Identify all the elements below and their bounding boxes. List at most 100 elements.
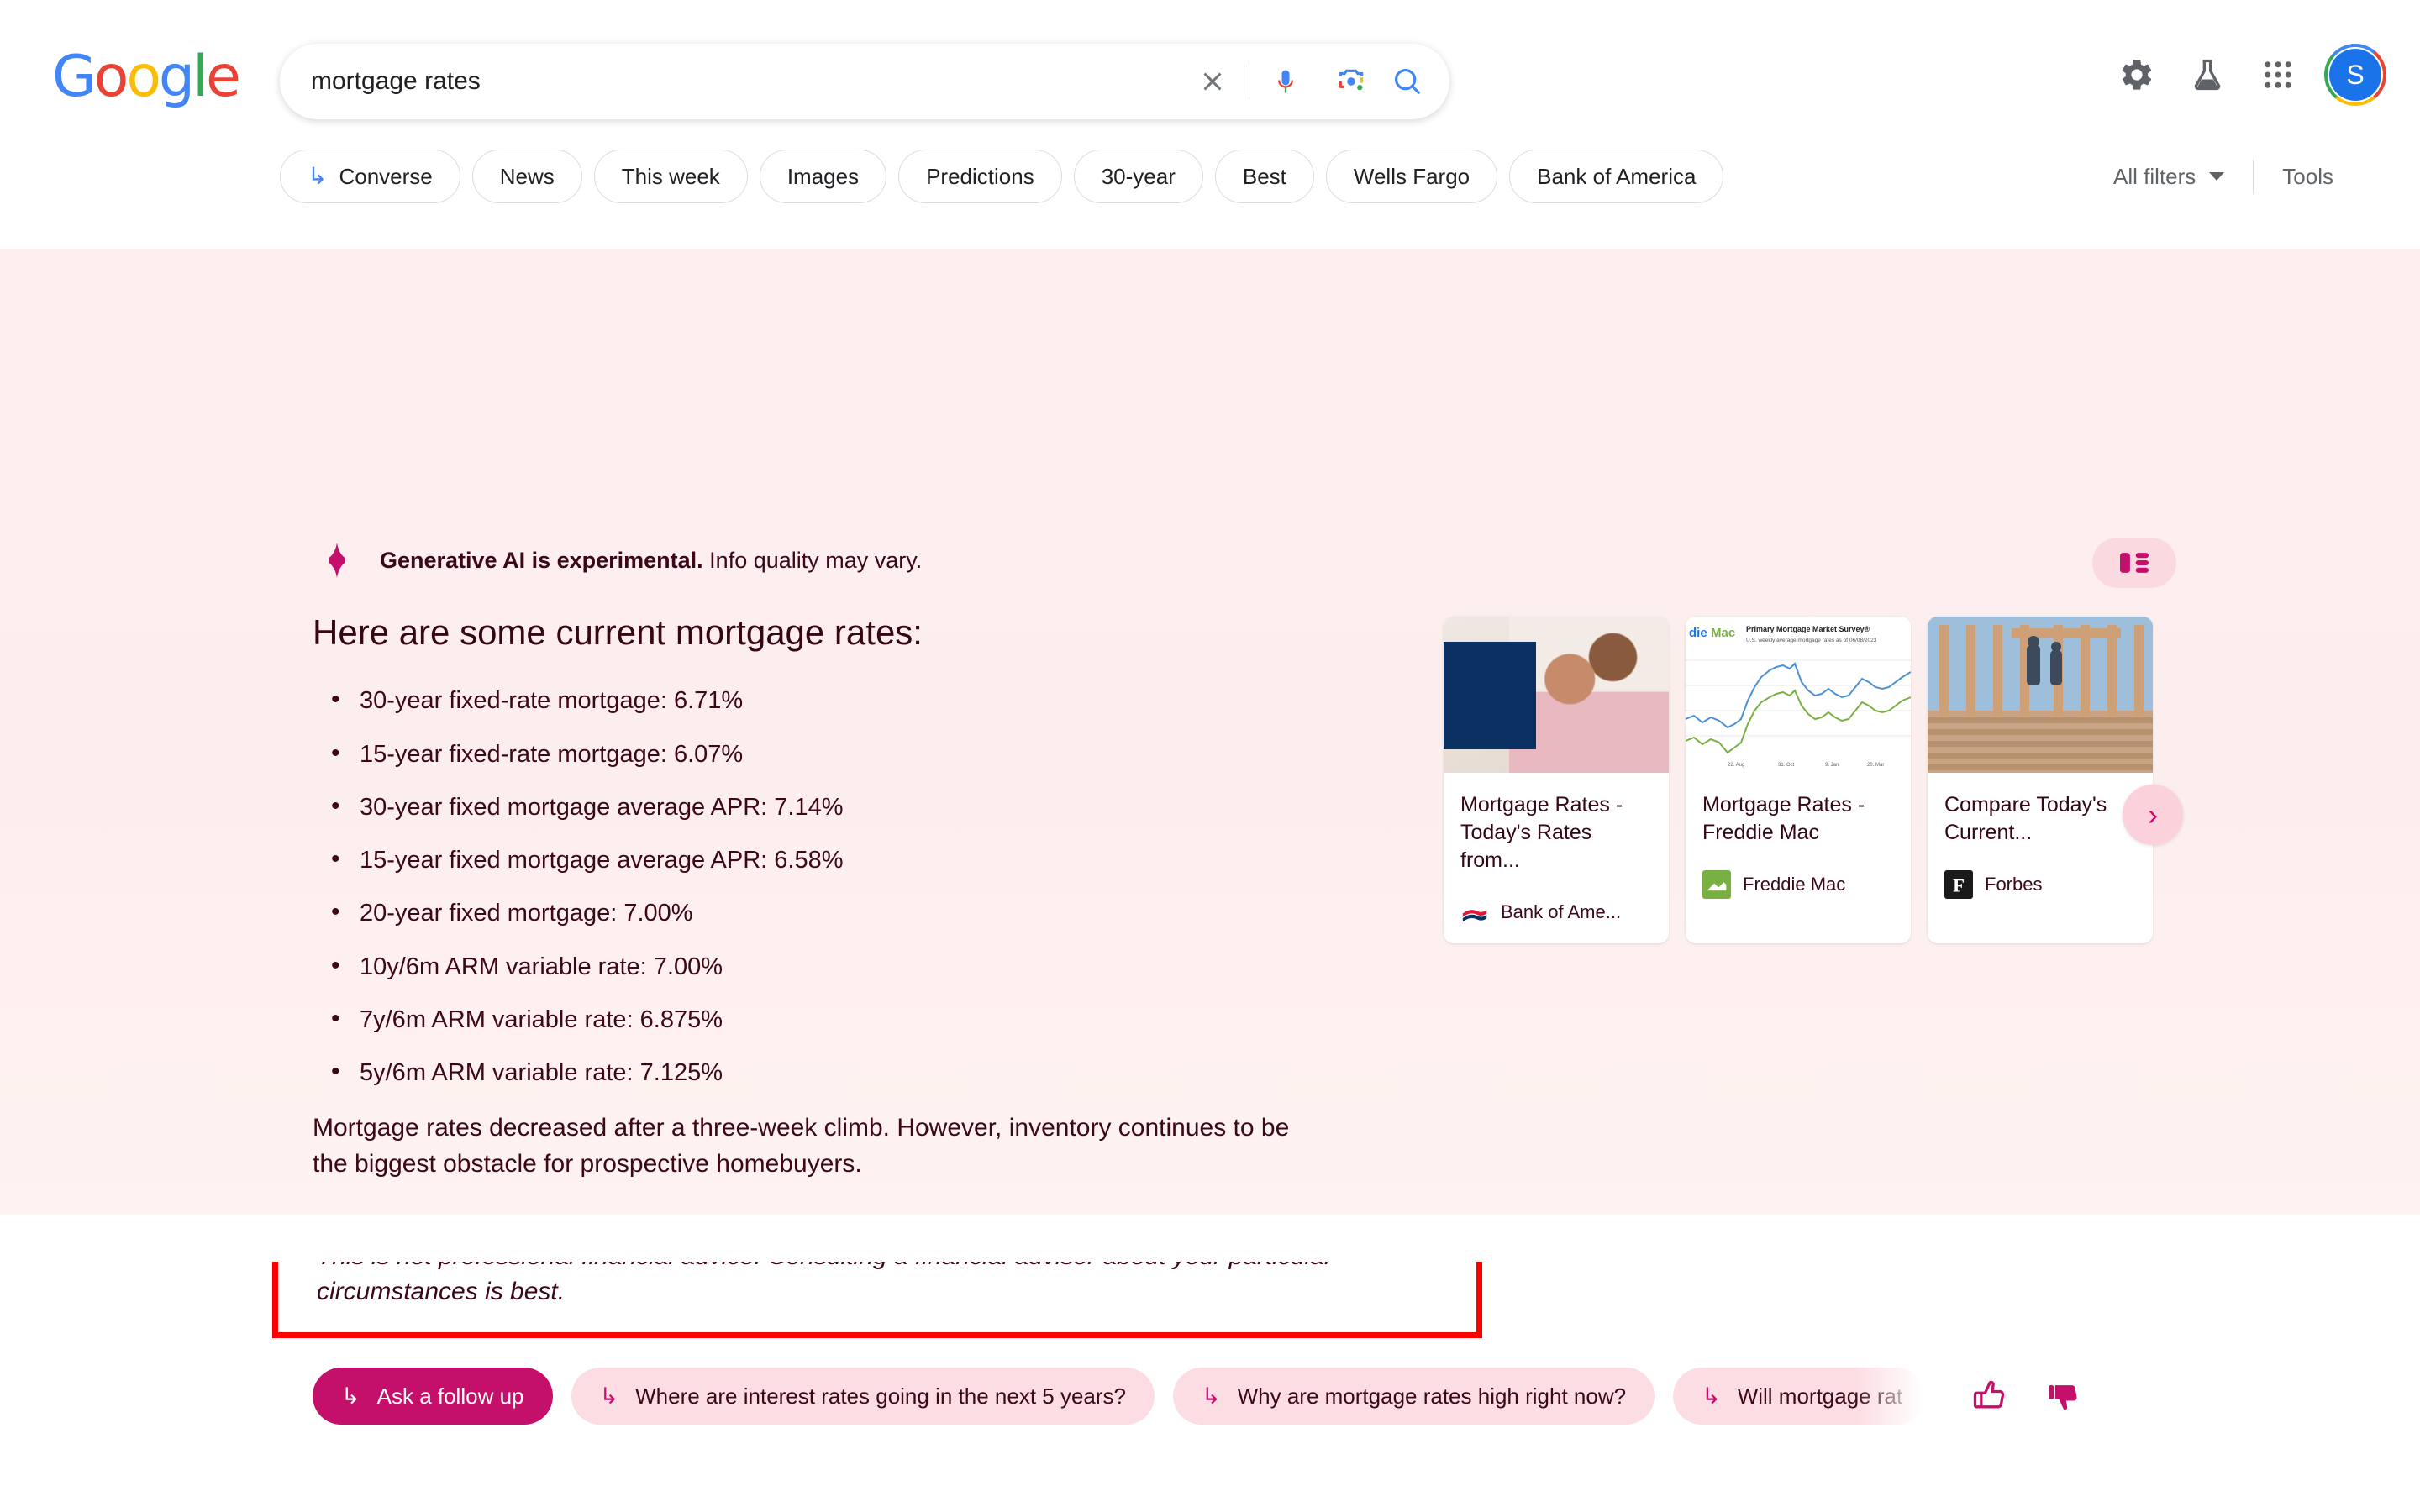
source-card-bank-of-america[interactable]: Mortgage Rates - Today's Rates from... B… xyxy=(1444,617,1669,943)
list-item: 30-year fixed mortgage average APR: 7.14… xyxy=(313,792,1422,822)
google-logo[interactable]: Google xyxy=(52,49,239,106)
notice-rest: Info quality may vary. xyxy=(703,548,923,573)
followup-chip-interest-rates-5-years[interactable]: ↳ Where are interest rates going in the … xyxy=(571,1368,1155,1425)
followup-arrow-icon: ↳ xyxy=(1702,1383,1721,1410)
svg-text:U.S. weekly average mortgage r: U.S. weekly average mortgage rates as of… xyxy=(1746,638,1877,643)
freddie-mac-icon xyxy=(1702,870,1731,899)
lens-camera-icon[interactable] xyxy=(1318,66,1384,97)
svg-text:31. Oct: 31. Oct xyxy=(1778,763,1795,768)
card-title: Mortgage Rates - Today's Rates from... xyxy=(1460,791,1652,874)
list-item: 15-year fixed-rate mortgage: 6.07% xyxy=(313,739,1422,769)
card-thumbnail: die Mac Primary Mortgage Market Survey® … xyxy=(1686,617,1911,773)
followup-arrow-icon: ↳ xyxy=(341,1383,360,1410)
card-title: Mortgage Rates - Freddie Mac xyxy=(1702,791,1894,847)
logo-letter: o xyxy=(94,44,127,110)
card-source: F Forbes xyxy=(1944,870,2136,899)
followup-chips: ↳ Ask a follow up ↳ Where are interest r… xyxy=(313,1368,2094,1425)
chip-converse[interactable]: ↳ Converse xyxy=(280,150,460,203)
logo-letter: l xyxy=(192,44,206,110)
converse-arrow-icon: ↳ xyxy=(308,165,327,188)
logo-letter: G xyxy=(52,44,94,110)
svg-text:Mac: Mac xyxy=(1711,626,1735,640)
mortgage-rates-chart: die Mac Primary Mortgage Market Survey® … xyxy=(1686,617,1911,773)
chevron-right-icon: › xyxy=(2148,797,2158,832)
generative-ai-panel: Generative AI is experimental. Info qual… xyxy=(0,249,2420,1215)
microphone-icon[interactable] xyxy=(1253,66,1318,97)
labs-flask-icon[interactable] xyxy=(2188,55,2227,94)
chip-label: 30-year xyxy=(1102,164,1176,190)
chip-predictions[interactable]: Predictions xyxy=(898,150,1062,203)
chip-best[interactable]: Best xyxy=(1215,150,1314,203)
all-filters-button[interactable]: All filters xyxy=(2113,164,2253,190)
ai-answer-paragraph: Mortgage rates decreased after a three-w… xyxy=(313,1110,1321,1182)
svg-text:9. Jan: 9. Jan xyxy=(1825,763,1839,768)
svg-text:22. Aug: 22. Aug xyxy=(1728,763,1744,768)
ai-answer-title: Here are some current mortgage rates: xyxy=(313,612,1422,654)
forbes-icon: F xyxy=(1944,870,1973,899)
layout-view-icon xyxy=(2117,549,2152,577)
chip-images[interactable]: Images xyxy=(760,150,886,203)
source-card-forbes[interactable]: Compare Today's Current... F Forbes xyxy=(1928,617,2153,943)
thumbs-up-icon[interactable] xyxy=(1970,1378,2007,1415)
list-item: 7y/6m ARM variable rate: 6.875% xyxy=(313,1005,1422,1035)
chip-label: Converse xyxy=(339,164,432,190)
chip-label: Best xyxy=(1243,164,1286,190)
followup-chip-will-mortgage-rates[interactable]: ↳ Will mortgage rat xyxy=(1673,1368,1925,1425)
chip-label: This week xyxy=(622,164,720,190)
avatar-initial: S xyxy=(2329,49,2381,101)
followup-label: Where are interest rates going in the ne… xyxy=(635,1383,1126,1410)
card-source: Bank of Ame... xyxy=(1460,898,1652,927)
chip-30-year[interactable]: 30-year xyxy=(1074,150,1203,203)
card-title: Compare Today's Current... xyxy=(1944,791,2136,847)
chip-label: Bank of America xyxy=(1537,164,1696,190)
logo-letter: e xyxy=(206,44,239,110)
knowledge-panel: Mortgage loan United States Overview Rat… xyxy=(0,1215,2420,1262)
list-item: 30-year fixed-rate mortgage: 6.71% xyxy=(313,685,1422,716)
layout-toggle-button[interactable] xyxy=(2092,538,2176,588)
search-bar[interactable]: mortgage rates xyxy=(280,44,1449,119)
chip-wells-fargo[interactable]: Wells Fargo xyxy=(1326,150,1497,203)
carousel-next-button[interactable]: › xyxy=(2123,785,2183,845)
mortgage-rates-list: 30-year fixed-rate mortgage: 6.71% 15-ye… xyxy=(313,685,1422,1088)
header-icons: S xyxy=(2118,49,2381,101)
filters-tools: All filters Tools xyxy=(2113,160,2333,193)
followup-label: Ask a follow up xyxy=(377,1383,524,1410)
list-item: 15-year fixed mortgage average APR: 6.58… xyxy=(313,845,1422,875)
tools-label: Tools xyxy=(2282,164,2333,189)
card-source-name: Bank of Ame... xyxy=(1501,901,1621,923)
bank-of-america-icon xyxy=(1460,898,1489,927)
ask-a-follow-up-button[interactable]: ↳ Ask a follow up xyxy=(313,1368,553,1425)
chip-news[interactable]: News xyxy=(472,150,582,203)
sparkle-icon xyxy=(318,541,356,580)
gear-icon[interactable] xyxy=(2118,55,2156,94)
card-source: Freddie Mac xyxy=(1702,870,1894,899)
chip-this-week[interactable]: This week xyxy=(594,150,748,203)
source-cards-carousel: Mortgage Rates - Today's Rates from... B… xyxy=(1444,617,2153,943)
chip-label: Predictions xyxy=(926,164,1034,190)
chip-bank-of-america[interactable]: Bank of America xyxy=(1509,150,1723,203)
logo-letter: o xyxy=(126,44,159,110)
feedback-icons xyxy=(1970,1378,2081,1415)
apps-grid-icon[interactable] xyxy=(2259,55,2297,94)
card-thumbnail xyxy=(1928,617,2153,773)
avatar[interactable]: S xyxy=(2329,49,2381,101)
list-item: 20-year fixed mortgage: 7.00% xyxy=(313,898,1422,928)
followup-arrow-icon: ↳ xyxy=(600,1383,619,1410)
followup-label: Will mortgage rat xyxy=(1738,1383,1903,1410)
card-source-name: Freddie Mac xyxy=(1743,874,1845,895)
tools-button[interactable]: Tools xyxy=(2254,164,2333,190)
svg-text:F: F xyxy=(1953,875,1965,896)
svg-text:die: die xyxy=(1689,626,1707,640)
search-input[interactable]: mortgage rates xyxy=(280,67,1180,96)
chevron-down-icon xyxy=(2209,172,2224,181)
source-card-freddie-mac[interactable]: die Mac Primary Mortgage Market Survey® … xyxy=(1686,617,1911,943)
clear-icon[interactable] xyxy=(1180,66,1245,97)
search-icon[interactable] xyxy=(1384,66,1449,97)
followup-chip-why-rates-high[interactable]: ↳ Why are mortgage rates high right now? xyxy=(1173,1368,1655,1425)
list-item: 10y/6m ARM variable rate: 7.00% xyxy=(313,952,1422,982)
svg-text:Primary Mortgage Market Survey: Primary Mortgage Market Survey® xyxy=(1746,625,1870,633)
all-filters-label: All filters xyxy=(2113,164,2196,190)
thumbs-down-icon[interactable] xyxy=(2044,1378,2081,1415)
notice-bold: Generative AI is experimental. xyxy=(380,548,703,573)
generative-ai-notice: Generative AI is experimental. Info qual… xyxy=(318,541,922,580)
